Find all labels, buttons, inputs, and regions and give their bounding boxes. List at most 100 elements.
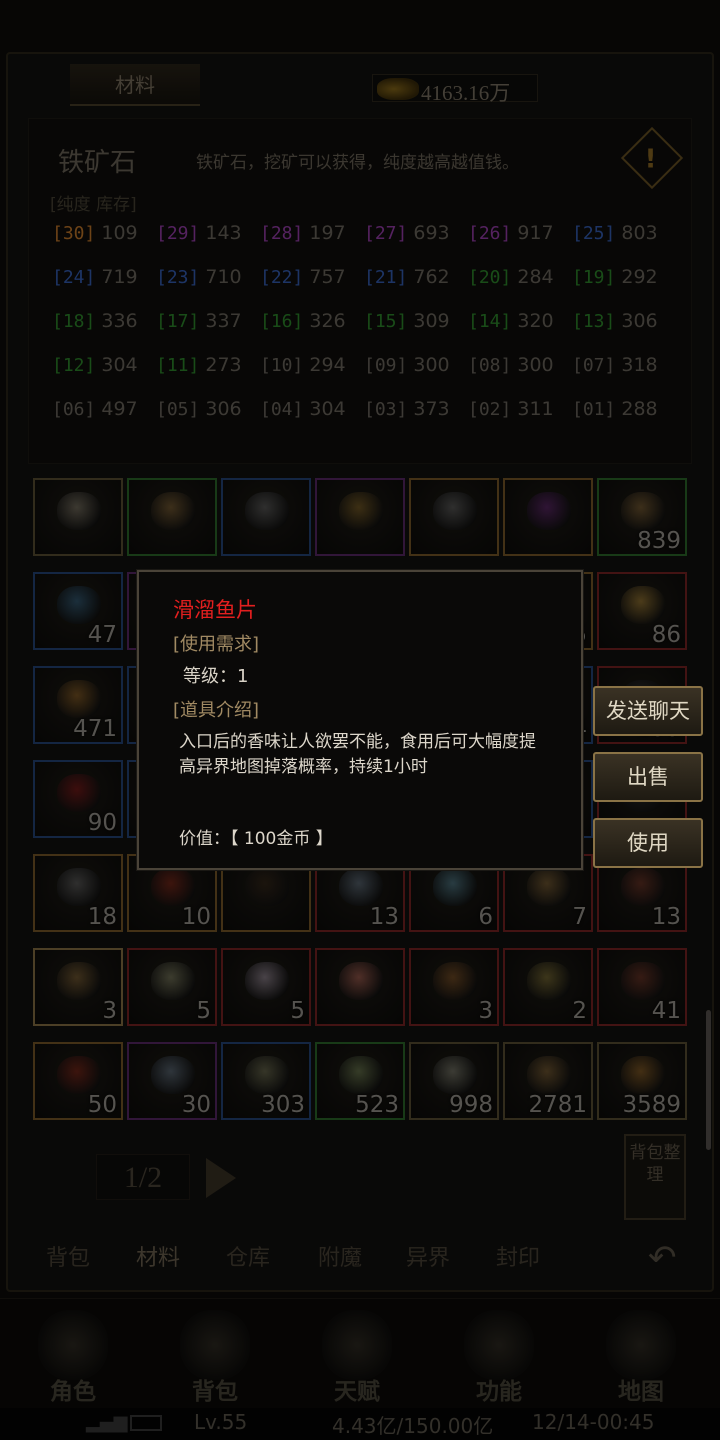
purity-level: [17] [156,311,200,332]
inventory-slot[interactable]: 3 [33,948,123,1026]
inventory-slot[interactable] [315,948,405,1026]
fish-item-icon [433,1056,477,1094]
purity-entry: [29] 143 [156,222,264,252]
inventory-slot[interactable]: 3 [409,948,499,1026]
seahorse-item-icon [57,868,101,906]
purity-stock: 143 [205,222,242,244]
nav-icon [38,1310,108,1380]
inventory-slot[interactable]: 998 [409,1042,499,1120]
fish-item-icon [339,868,383,906]
purity-entry: [07] 318 [572,354,680,384]
sort-inventory-button[interactable]: 背包整理 [624,1134,686,1220]
starfish-item-icon [339,962,383,1000]
tab-materials-header[interactable]: 材料 [70,64,200,106]
purity-stock: 320 [517,310,554,332]
inventory-slot[interactable] [503,478,593,556]
slot-count: 5 [196,998,211,1024]
purity-level: [22] [260,267,304,288]
purity-level: [01] [572,399,616,420]
nav-icon [180,1310,250,1380]
ore-item-icon [245,492,289,530]
nav-icon [322,1310,392,1380]
sell-button[interactable]: 出售 [593,752,703,802]
use-button[interactable]: 使用 [593,818,703,868]
crab-item-icon [57,1056,101,1094]
purity-level: [05] [156,399,200,420]
inventory-slot[interactable]: 30 [127,1042,217,1120]
page-indicator: 1/2 [96,1154,190,1200]
inventory-slot[interactable]: 5 [127,948,217,1026]
subtab-0[interactable]: 背包 [46,1240,90,1272]
inventory-slot[interactable]: 50 [33,1042,123,1120]
nav-item-0[interactable]: 角色 [18,1300,128,1405]
purity-level: [06] [52,399,96,420]
nav-label: 角色 [50,1379,96,1405]
purity-level: [18] [52,311,96,332]
nav-item-2[interactable]: 天赋 [302,1300,412,1405]
purity-stock: 197 [309,222,346,244]
send-chat-button[interactable]: 发送聊天 [593,686,703,736]
crab-item-icon [151,868,195,906]
slot-count: 471 [73,716,117,742]
subtab-2[interactable]: 仓库 [226,1240,270,1272]
inventory-slot[interactable] [127,478,217,556]
signal-icon: ▂▄▆ [86,1412,128,1433]
subtab-1[interactable]: 材料 [136,1240,180,1272]
slot-count: 2781 [528,1092,587,1118]
inventory-slot[interactable]: 471 [33,666,123,744]
subtab-4[interactable]: 异界 [406,1240,450,1272]
purity-stock: 306 [621,310,658,332]
spyglass-item-icon [621,492,665,530]
inventory-slot[interactable]: 90 [33,760,123,838]
inventory-slot[interactable]: 523 [315,1042,405,1120]
inventory-slot[interactable]: 3589 [597,1042,687,1120]
scrollbar[interactable] [706,1010,711,1150]
shell-item-icon [57,680,101,718]
purity-level: [02] [468,399,512,420]
slot-count: 18 [87,904,117,930]
inventory-slot[interactable] [409,478,499,556]
inventory-slot[interactable] [221,478,311,556]
ore-item-icon [57,492,101,530]
purity-entry: [10] 294 [260,354,368,384]
slot-count: 3 [102,998,117,1024]
subtab-3[interactable]: 附魔 [318,1240,362,1272]
gold-display: 4163.16万 [372,74,538,105]
purity-level: [20] [468,267,512,288]
purity-entry: [02] 311 [468,398,576,428]
nav-label: 天赋 [334,1379,380,1405]
purity-stock: 497 [101,398,138,420]
ore-item-icon [151,492,195,530]
back-arrow-icon[interactable]: ↶ [648,1238,688,1278]
player-level: Lv.55 [194,1410,248,1434]
purity-level: [27] [364,223,408,244]
inventory-slot[interactable]: 18 [33,854,123,932]
jar-item-icon [621,1056,665,1094]
purity-level: [10] [260,355,304,376]
nav-item-4[interactable]: 地图 [586,1300,696,1405]
nav-item-1[interactable]: 背包 [160,1300,270,1405]
inventory-slot[interactable]: 41 [597,948,687,1026]
inventory-slot[interactable] [315,478,405,556]
purity-entry: [23] 710 [156,266,264,296]
slot-count: 30 [181,1092,211,1118]
inventory-slot[interactable]: 303 [221,1042,311,1120]
purity-stock: 337 [205,310,242,332]
purity-level: [03] [364,399,408,420]
subtab-5[interactable]: 封印 [496,1240,540,1272]
nav-label: 背包 [192,1379,238,1405]
next-page-icon[interactable] [206,1158,236,1198]
inventory-slot[interactable]: 839 [597,478,687,556]
ore-item-icon [433,492,477,530]
nav-item-3[interactable]: 功能 [444,1300,554,1405]
inventory-slot[interactable]: 86 [597,572,687,650]
nav-label: 功能 [476,1379,522,1405]
inventory-slot[interactable]: 2 [503,948,593,1026]
inventory-slot[interactable] [33,478,123,556]
inventory-slot[interactable]: 5 [221,948,311,1026]
purity-level: [13] [572,311,616,332]
inventory-slot[interactable]: 47 [33,572,123,650]
ginseng-item-icon [527,1056,571,1094]
inventory-slot[interactable]: 2781 [503,1042,593,1120]
purity-stock: 292 [621,266,658,288]
